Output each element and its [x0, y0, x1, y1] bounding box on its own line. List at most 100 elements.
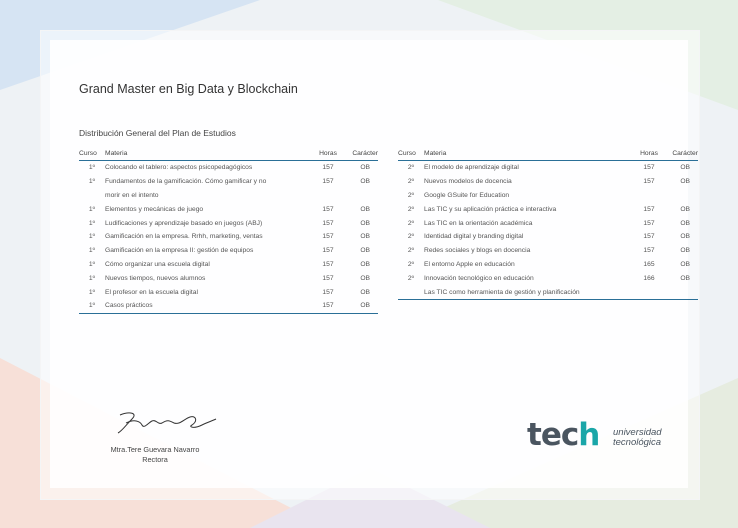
logo-word-start: tec: [527, 417, 579, 453]
cell-horas: 165: [643, 260, 655, 268]
table-row: morir en el intento: [79, 189, 378, 203]
cell-curso: 1º: [88, 274, 96, 282]
cell-materia: Elementos y mecánicas de juego: [105, 205, 204, 213]
header-horas: Horas: [634, 146, 664, 161]
cell-caracter: OB: [680, 178, 690, 186]
cell-materia: morir en el intento: [105, 191, 159, 199]
cell-curso: 2º: [407, 233, 415, 241]
cell-caracter: OB: [360, 233, 370, 241]
table-row: 1º Nuevos tiempos, nuevos alumnos 157 OB: [79, 271, 378, 285]
cell-materia: Las TIC como herramienta de gestión y pl…: [424, 285, 634, 300]
table-header-row: Curso Materia Horas Carácter: [79, 146, 378, 161]
header-caracter: Carácter: [343, 146, 378, 161]
cell-horas: 157: [322, 274, 334, 282]
table-row: 1º El profesor en la escuela digital 157 OB: [79, 285, 378, 299]
cell-caracter: OB: [680, 274, 690, 282]
cell-materia: El modelo de aprendizaje digital: [424, 164, 519, 172]
cell-caracter: OB: [360, 164, 370, 172]
table-row: 1º Fundamentos de la gamificación. Cómo g…: [79, 175, 378, 189]
document-subtitle: Distribución General del Plan de Estudio…: [79, 128, 236, 138]
cell-horas: 157: [643, 178, 655, 186]
logo-wordmark: tech: [527, 417, 600, 453]
cell-caracter: OB: [680, 219, 690, 227]
table-row: 2º El entorno Apple en educación 165 OB: [398, 258, 698, 272]
cell-caracter: OB: [680, 247, 690, 255]
cell-materia: Fundamentos de la gamificación. Cómo gam…: [105, 178, 267, 186]
document-title: Grand Master en Big Data y Blockchain: [79, 82, 298, 96]
logo-word-end: h: [578, 417, 600, 453]
cell-curso: 1º: [88, 247, 96, 255]
table-row: 2º Redes sociales y blogs en docencia 157 O…: [398, 244, 698, 258]
header-curso: Curso: [79, 146, 105, 161]
table-row: 2º Nuevos modelos de docencia 157 OB: [398, 175, 698, 189]
header-caracter: Carácter: [664, 146, 698, 161]
cell-horas: 157: [322, 219, 334, 227]
cell-curso: 2º: [407, 164, 415, 172]
cell-caracter: OB: [680, 164, 690, 172]
table-row: 2º Innovación tecnológico en educación 166…: [398, 271, 698, 285]
cell-curso: 2º: [407, 205, 415, 213]
cell-horas: 157: [643, 205, 655, 213]
cell-caracter: OB: [680, 205, 690, 213]
cell-curso: 1º: [88, 288, 96, 296]
cell-curso: 2º: [407, 274, 415, 282]
study-plan-table-second-year: Curso Materia Horas Carácter 2º El modelo…: [398, 146, 698, 300]
cell-materia: El profesor en la escuela digital: [105, 288, 198, 296]
cell-curso: 2º: [407, 247, 415, 255]
cell-materia: Nuevos tiempos, nuevos alumnos: [105, 274, 206, 282]
cell-caracter: OB: [360, 178, 370, 186]
cell-materia: Gamificación en la empresa. Rrhh, market…: [105, 233, 263, 241]
table-row: 2º Las TIC en la orientación académica 157…: [398, 216, 698, 230]
signer-role: Rectora: [142, 455, 168, 464]
table-row: 1º Elementos y mecánicas de juego 157 OB: [79, 202, 378, 216]
table-row: 2º Las TIC y su aplicación práctica e int…: [398, 202, 698, 216]
cell-caracter: OB: [360, 205, 370, 213]
cell-curso: [79, 189, 105, 203]
cell-horas: 157: [322, 164, 334, 172]
cell-materia: Identidad digital y branding digital: [424, 233, 524, 241]
cell-materia: Innovación tecnológico en educación: [424, 274, 534, 282]
cell-materia: Cómo organizar una escuela digital: [105, 260, 210, 268]
cell-curso: 2º: [407, 191, 415, 199]
header-horas: Horas: [313, 146, 343, 161]
cell-horas: 157: [313, 298, 343, 314]
cell-curso: 2º: [407, 178, 415, 186]
cell-caracter: OB: [680, 260, 690, 268]
cell-caracter: OB: [360, 219, 370, 227]
cell-curso: 2º: [407, 219, 415, 227]
cell-horas: [634, 285, 664, 300]
cell-materia: Nuevos modelos de docencia: [424, 178, 512, 186]
cell-caracter: [343, 189, 378, 203]
cell-curso: [398, 285, 424, 300]
table-row: 1º Gamificación en la empresa II: gestión…: [79, 244, 378, 258]
table-row: 1º Colocando el tablero: aspectos psicope…: [79, 161, 378, 175]
cell-caracter: OB: [360, 247, 370, 255]
cell-materia: Google GSuite for Education: [424, 191, 510, 199]
cell-materia: Las TIC en la orientación académica: [424, 219, 533, 227]
cell-curso: 1º: [79, 298, 105, 314]
table-row: 2º Identidad digital y branding digital 15…: [398, 230, 698, 244]
cell-caracter: [664, 285, 698, 300]
cell-caracter: OB: [360, 288, 370, 296]
cell-curso: 1º: [88, 260, 96, 268]
cell-horas: 157: [322, 288, 334, 296]
cell-horas: 166: [643, 274, 655, 282]
cell-materia: Las TIC y su aplicación práctica e inter…: [424, 205, 557, 213]
cell-curso: 1º: [88, 178, 96, 186]
cell-curso: 2º: [407, 260, 415, 268]
cell-horas: [313, 189, 343, 203]
signature-image: [117, 412, 217, 434]
cell-horas: 157: [322, 260, 334, 268]
table-row: 1º Cómo organizar una escuela digital 157 O…: [79, 258, 378, 272]
university-logo: tech universidad tecnológica: [527, 418, 707, 458]
cell-materia: Casos prácticos: [105, 298, 313, 314]
cell-curso: 1º: [88, 233, 96, 241]
cell-horas: [634, 189, 664, 203]
cell-caracter: OB: [360, 274, 370, 282]
table-row: Las TIC como herramienta de gestión y pl…: [398, 285, 698, 300]
header-materia: Materia: [105, 146, 313, 161]
cell-curso: 1º: [88, 205, 96, 213]
cell-horas: 157: [643, 219, 655, 227]
table-row: 1º Ludificaciones y aprendizaje basado en…: [79, 216, 378, 230]
cell-horas: 157: [322, 247, 334, 255]
